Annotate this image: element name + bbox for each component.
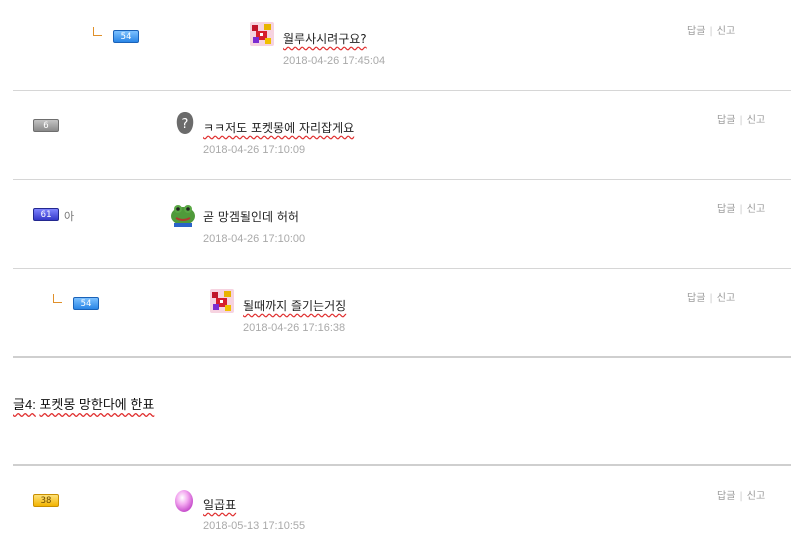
nickname[interactable]: 아 (64, 208, 74, 224)
reply-button[interactable]: 답글 (687, 293, 705, 304)
pixel-character-avatar-icon[interactable] (250, 22, 274, 46)
divider (13, 268, 791, 269)
reply-arrow-icon (53, 294, 62, 303)
comment-text: 월루사시려구요? (283, 32, 367, 46)
comment-text: 곧 망겜될인데 허허 (203, 210, 299, 224)
report-button[interactable]: 신고 (747, 115, 765, 126)
divider: | (739, 204, 743, 215)
egg-avatar-icon[interactable] (172, 488, 196, 512)
comment-actions: 답글 | 신고 (717, 200, 765, 215)
divider: | (739, 491, 743, 502)
divider: | (709, 26, 713, 37)
svg-text:?: ? (182, 117, 189, 132)
divider (13, 356, 791, 358)
post-title[interactable]: 글4: 포켓몽 망한다에 한표 (13, 394, 154, 413)
post-label: 글4: (13, 397, 36, 412)
reply-button[interactable]: 답글 (717, 115, 735, 126)
reply-arrow-icon (93, 27, 102, 36)
comment-actions: 답글 | 신고 (717, 111, 765, 126)
comment-text: 일곱표 (203, 498, 237, 512)
level-badge: 38 (33, 494, 59, 507)
comment-date: 2018-04-26 17:45:04 (283, 55, 386, 67)
comment-actions: 답글 | 신고 (687, 22, 735, 37)
divider (13, 179, 791, 180)
comment-text: ㅋㅋ저도 포켓몽에 자리잡게요 (203, 121, 355, 135)
level-badge: 54 (113, 30, 139, 43)
comment-text: 될때까지 즐기는거징 (243, 299, 347, 313)
divider (13, 90, 791, 91)
comment-date: 2018-05-13 17:10:55 (203, 520, 306, 532)
comment-date: 2018-04-26 17:16:38 (243, 322, 346, 334)
comment-date: 2018-04-26 17:10:09 (203, 144, 306, 156)
report-button[interactable]: 신고 (747, 204, 765, 215)
level-badge: 6 (33, 119, 59, 132)
reply-button[interactable]: 답글 (717, 491, 735, 502)
level-badge: 54 (73, 297, 99, 310)
level-badge: 61 (33, 208, 59, 221)
pixel-character-avatar-icon[interactable] (210, 289, 234, 313)
comment-actions: 답글 | 신고 (717, 487, 765, 502)
divider: | (709, 293, 713, 304)
divider: | (739, 115, 743, 126)
reply-button[interactable]: 답글 (717, 204, 735, 215)
divider (13, 464, 791, 466)
frog-avatar-icon[interactable] (170, 201, 196, 227)
report-button[interactable]: 신고 (747, 491, 765, 502)
question-mark-avatar-icon[interactable]: ? (173, 111, 197, 135)
post-title-text: 포켓몽 망한다에 한표 (39, 397, 155, 412)
reply-button[interactable]: 답글 (687, 26, 705, 37)
report-button[interactable]: 신고 (717, 293, 735, 304)
comment-actions: 답글 | 신고 (687, 289, 735, 304)
comment-date: 2018-04-26 17:10:00 (203, 233, 306, 245)
report-button[interactable]: 신고 (717, 26, 735, 37)
